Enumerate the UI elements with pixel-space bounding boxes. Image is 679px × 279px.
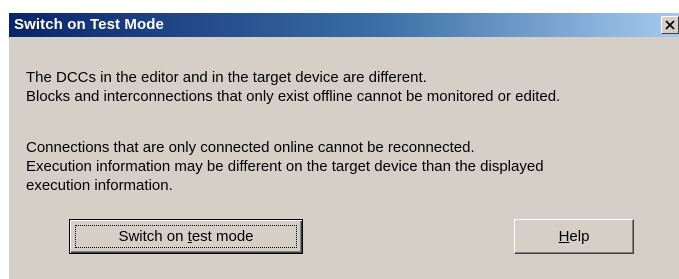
dialog-title: Switch on Test Mode xyxy=(14,16,164,33)
message-group-2: Connections that are only connected onli… xyxy=(26,138,544,195)
help-label: Help xyxy=(558,228,590,245)
close-icon xyxy=(665,20,675,30)
message-group-1: The DCCs in the editor and in the target… xyxy=(26,68,560,106)
message-line: Blocks and interconnections that only ex… xyxy=(26,88,561,105)
switch-on-test-mode-label: Switch on test mode xyxy=(118,228,254,245)
message-line: Execution information may be different o… xyxy=(26,158,544,175)
test-mode-dialog: Switch on Test Mode The DCCs in the edit… xyxy=(9,13,679,279)
close-button[interactable] xyxy=(661,16,679,34)
message-line: execution information. xyxy=(26,177,173,194)
message-line: Connections that are only connected onli… xyxy=(26,139,475,156)
message-line: The DCCs in the editor and in the target… xyxy=(26,69,427,86)
switch-on-test-mode-button[interactable]: Switch on test mode xyxy=(69,219,303,254)
help-button[interactable]: Help xyxy=(514,219,634,254)
title-bar[interactable]: Switch on Test Mode xyxy=(9,13,679,37)
